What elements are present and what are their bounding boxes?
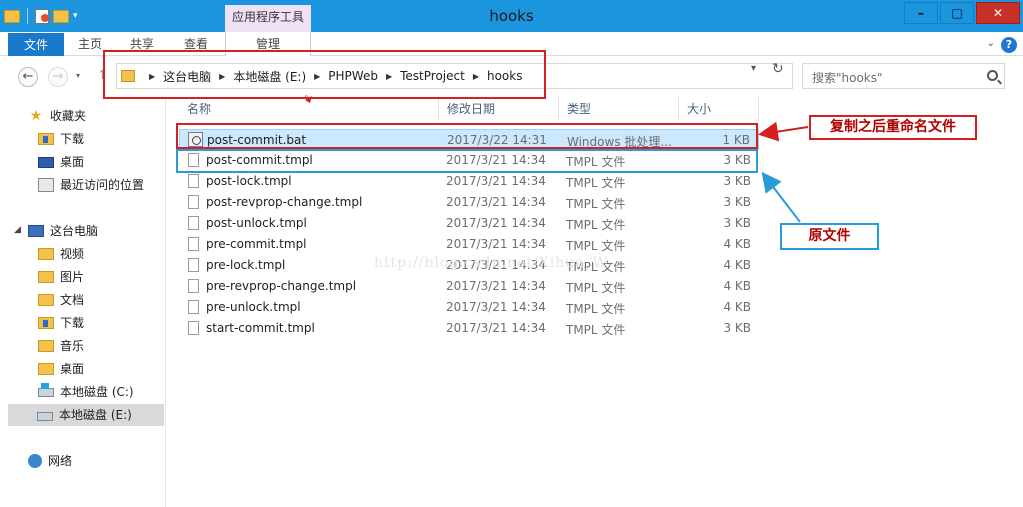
- annotation-arrow-small: [305, 96, 312, 103]
- annotation-arrow-blue: [761, 171, 801, 223]
- annotation-arrows: [305, 96, 809, 223]
- annotation-arrow-red: [758, 121, 809, 142]
